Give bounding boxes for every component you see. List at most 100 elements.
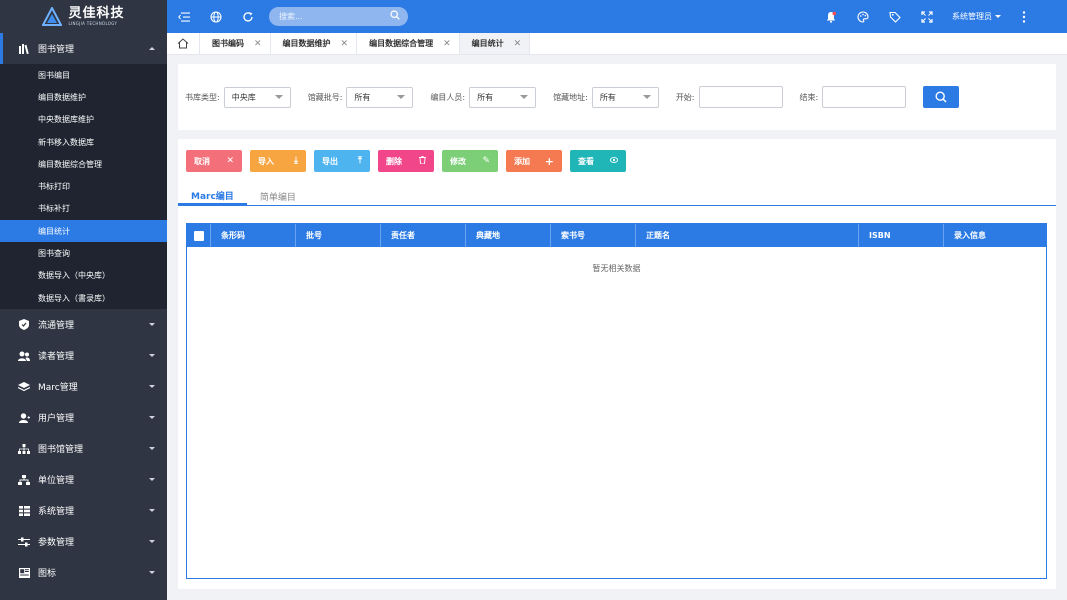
close-icon[interactable]: ✕ (254, 39, 262, 49)
sitemap-icon (18, 443, 30, 455)
column-header-barcode[interactable]: 条形码 (211, 224, 296, 247)
sidebar-group-circulation[interactable]: 流通管理 (0, 309, 167, 341)
logo-name-cn: 灵佳科技 (68, 6, 125, 21)
delete-button[interactable]: 删除 (378, 150, 434, 172)
column-header-location[interactable]: 典藏地 (466, 224, 551, 247)
search-box[interactable] (269, 7, 408, 26)
end-date-label: 结束: (799, 92, 819, 102)
layers-icon (18, 381, 30, 393)
tab-catalog-stats[interactable]: 编目统计 ✕ (459, 33, 531, 54)
search-icon (935, 91, 947, 103)
sidebar-item-book-search[interactable]: 图书查询 (0, 242, 167, 264)
close-icon[interactable]: ✕ (341, 39, 349, 49)
delete-button-label: 删除 (386, 156, 402, 166)
add-button[interactable]: 添加 + (506, 150, 562, 172)
globe-icon[interactable] (209, 10, 223, 24)
column-header-call-number[interactable]: 索书号 (551, 224, 636, 247)
sidebar-item-import-central[interactable]: 数据导入（中央库） (0, 265, 167, 287)
cataloger-select[interactable]: 所有 (469, 86, 537, 108)
chevron-down-icon (274, 95, 283, 99)
column-header-isbn[interactable]: ISBN (859, 224, 944, 247)
export-button-label: 导出 (322, 156, 338, 166)
location-select[interactable]: 所有 (591, 86, 659, 108)
end-date-input[interactable] (822, 86, 907, 108)
start-date-input[interactable] (698, 86, 783, 108)
chevron-down-icon (149, 416, 155, 420)
sidebar-group-label: 系统管理 (38, 507, 75, 518)
sidebar-group-marc[interactable]: Marc管理 (0, 371, 167, 403)
tab-book-code[interactable]: 图书编码 ✕ (200, 33, 271, 54)
sidebar-item-catalog-stats[interactable]: 编目统计 (0, 220, 167, 243)
tab-label: 编目数据维护 (282, 39, 331, 48)
edit-button[interactable]: 修改 ✎ (442, 150, 498, 172)
sidebar-item-book-catalog[interactable]: 图书编目 (0, 64, 167, 86)
chevron-down-icon (149, 447, 155, 451)
select-all-checkbox[interactable] (193, 230, 204, 241)
action-toolbar: 取消 ✕ 导入 ⤓ 导出 ⤒ 删除 修改 ✎ 添加 + 查看 (186, 150, 626, 172)
more-vertical-icon[interactable] (1017, 10, 1031, 24)
tab-catalog-maintenance[interactable]: 编目数据维护 ✕ (271, 33, 358, 54)
select-all-cell (187, 224, 211, 247)
sidebar-item-catalog-maintenance[interactable]: 编目数据维护 (0, 86, 167, 108)
chevron-up-icon (149, 47, 155, 50)
sidebar-group-icons[interactable]: 图标 (0, 557, 167, 589)
close-icon[interactable]: ✕ (514, 39, 522, 49)
batch-select[interactable]: 所有 (346, 86, 414, 108)
sidebar-item-catalog-management[interactable]: 编目数据综合管理 (0, 153, 167, 175)
sidebar-item-central-db-maintenance[interactable]: 中央数据库维护 (0, 109, 167, 131)
tab-simple-catalog[interactable]: 简单编目 (247, 187, 309, 205)
search-icon[interactable] (390, 10, 400, 23)
tag-icon[interactable] (888, 10, 902, 24)
org-icon (18, 474, 30, 486)
view-button[interactable]: 查看 (570, 150, 626, 172)
empty-table-message: 暂无相关数据 (592, 264, 641, 273)
user-menu[interactable]: 系统管理员 (952, 11, 1001, 22)
close-icon: ✕ (226, 156, 234, 166)
sidebar-group-units[interactable]: 单位管理 (0, 464, 167, 496)
sidebar-group-library[interactable]: 图书馆管理 (0, 433, 167, 465)
sidebar-group-users[interactable]: 用户管理 (0, 402, 167, 434)
fullscreen-icon[interactable] (920, 10, 934, 24)
stats-table: 条形码 批号 责任者 典藏地 索书号 正题名 ISBN 录入信息 暂无相关数据 (186, 223, 1047, 579)
batch-label: 馆藏批号: (307, 92, 343, 102)
tab-marc-catalog[interactable]: Marc编目 (178, 187, 247, 205)
filter-panel: 书库类型: 中央库 馆藏批号: 所有 编目人员: 所有 馆藏地址: 所有 开始:… (178, 64, 1056, 130)
image-icon (18, 567, 30, 579)
sidebar-group-label: 单位管理 (38, 476, 75, 487)
cancel-button[interactable]: 取消 ✕ (186, 150, 242, 172)
tab-catalog-management[interactable]: 编目数据综合管理 ✕ (357, 33, 460, 54)
refresh-icon[interactable] (241, 10, 255, 24)
menu-toggle-icon[interactable] (177, 10, 191, 24)
import-button[interactable]: 导入 ⤓ (250, 150, 306, 172)
export-button[interactable]: 导出 ⤒ (314, 150, 370, 172)
sidebar-item-label-print[interactable]: 书标打印 (0, 175, 167, 197)
sidebar-group-params[interactable]: 参数管理 (0, 526, 167, 558)
search-input[interactable] (279, 12, 390, 21)
sidebar-item-import-records[interactable]: 数据导入（書录库） (0, 287, 167, 309)
library-type-select[interactable]: 中央库 (223, 86, 291, 108)
bell-icon[interactable] (824, 10, 838, 24)
import-button-label: 导入 (258, 156, 274, 166)
plus-icon: + (544, 154, 554, 168)
chevron-down-icon (149, 509, 155, 513)
sidebar-group-readers[interactable]: 读者管理 (0, 340, 167, 372)
column-header-batch[interactable]: 批号 (296, 224, 381, 247)
search-button[interactable] (923, 86, 960, 108)
sidebar-group-label: 流通管理 (38, 321, 75, 332)
user-icon (18, 412, 30, 424)
column-header-entry-info[interactable]: 录入信息 (944, 224, 1046, 247)
sidebar-item-new-books-import[interactable]: 新书移入数据库 (0, 131, 167, 153)
sidebar-group-system[interactable]: 系统管理 (0, 495, 167, 527)
sidebar-item-label-reprint[interactable]: 书标补打 (0, 198, 167, 220)
batch-value: 所有 (354, 92, 371, 102)
home-tab[interactable] (167, 33, 200, 54)
sidebar-group-label: 图书管理 (38, 45, 75, 55)
close-icon[interactable]: ✕ (443, 39, 451, 49)
grid-icon (18, 505, 30, 517)
palette-icon[interactable] (856, 10, 870, 24)
sidebar-group-label: 图标 (38, 569, 57, 580)
sidebar-group-books[interactable]: 图书管理 (0, 33, 167, 64)
column-header-title[interactable]: 正题名 (636, 224, 859, 247)
submenu-books: 图书编目 编目数据维护 中央数据库维护 新书移入数据库 编目数据综合管理 书标打… (0, 64, 167, 310)
column-header-author[interactable]: 责任者 (381, 224, 466, 247)
